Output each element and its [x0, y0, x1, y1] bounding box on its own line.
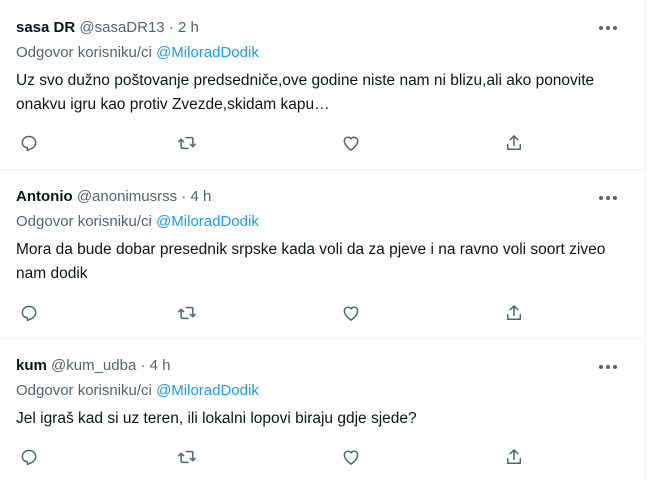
author-handle[interactable]: @anonimusrss [77, 188, 177, 205]
tweet-header: kum @kum_udba · 4 h [16, 356, 171, 376]
tweet[interactable]: kum @kum_udba · 4 h Odgovor korisniku/ci… [0, 339, 645, 480]
mention-link[interactable]: @MiloradDodik [156, 213, 259, 230]
more-icon[interactable] [597, 188, 619, 208]
author-handle[interactable]: @kum_udba [51, 357, 136, 374]
tweet-text: Jel igraš kad si uz teren, ili lokalni l… [16, 410, 417, 427]
reply-icon[interactable] [18, 132, 40, 154]
more-icon[interactable] [597, 357, 619, 377]
like-icon[interactable] [340, 302, 362, 324]
tweet-header: Antonio @anonimusrss · 4 h [16, 187, 211, 207]
timestamp[interactable]: 4 h [190, 188, 211, 205]
separator-dot: · [181, 188, 187, 205]
more-icon[interactable] [597, 18, 619, 38]
retweet-icon[interactable] [176, 446, 198, 468]
mention-link[interactable]: @MiloradDodik [156, 44, 259, 61]
like-icon[interactable] [340, 132, 362, 154]
timestamp[interactable]: 2 h [178, 19, 199, 36]
replying-to: Odgovor korisniku/ci @MiloradDodik [16, 381, 259, 401]
timestamp[interactable]: 4 h [150, 357, 171, 374]
share-icon[interactable] [503, 132, 525, 154]
replying-to: Odgovor korisniku/ci @MiloradDodik [16, 43, 259, 63]
mention-link[interactable]: @MiloradDodik [156, 382, 259, 399]
tweet-header: sasa DR @sasaDR13 · 2 h [16, 18, 199, 38]
retweet-icon[interactable] [176, 132, 198, 154]
author-handle[interactable]: @sasaDR13 [79, 19, 164, 36]
author-name[interactable]: kum [16, 357, 47, 374]
retweet-icon[interactable] [176, 302, 198, 324]
tweet-actions [18, 132, 535, 154]
separator-dot: · [140, 357, 146, 374]
separator-dot: · [168, 19, 174, 36]
tweet[interactable]: sasa DR @sasaDR13 · 2 h Odgovor korisnik… [0, 0, 645, 170]
replying-prefix: Odgovor korisniku/ci [16, 44, 157, 61]
tweet-actions [18, 446, 535, 468]
reply-icon[interactable] [18, 302, 40, 324]
replying-prefix: Odgovor korisniku/ci [16, 213, 157, 230]
like-icon[interactable] [340, 446, 362, 468]
tweet[interactable]: Antonio @anonimusrss · 4 h Odgovor koris… [0, 170, 645, 339]
share-icon[interactable] [503, 446, 525, 468]
tweet-text: Mora da bude dobar presednik srpske kada… [16, 241, 606, 282]
tweet-actions [18, 302, 535, 324]
share-icon[interactable] [503, 302, 525, 324]
reply-feed: sasa DR @sasaDR13 · 2 h Odgovor korisnik… [0, 0, 646, 480]
reply-icon[interactable] [18, 446, 40, 468]
author-name[interactable]: sasa DR [16, 19, 75, 36]
tweet-text: Uz svo dužno poštovanje predsedniče,ove … [16, 72, 595, 113]
replying-to: Odgovor korisniku/ci @MiloradDodik [16, 212, 259, 232]
author-name[interactable]: Antonio [16, 188, 73, 205]
replying-prefix: Odgovor korisniku/ci [16, 382, 157, 399]
